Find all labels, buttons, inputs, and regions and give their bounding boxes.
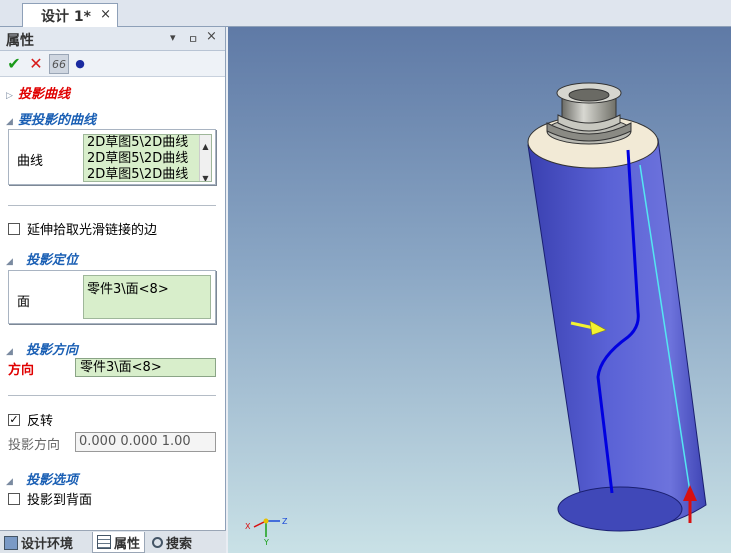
axis-y-label: Y bbox=[263, 538, 269, 547]
bottom-tabs: 设计环境 属性 搜索 bbox=[0, 530, 226, 553]
project-direction-label: 投影方向 bbox=[8, 438, 61, 453]
list-item[interactable]: 2D草图5\2D曲线 bbox=[87, 167, 211, 181]
axis-triad: Z X Y bbox=[245, 517, 288, 547]
panel-title: 属性 bbox=[6, 33, 34, 49]
ok-icon[interactable]: ✔ bbox=[4, 54, 24, 74]
panel-toolbar: ✔ ✕ 66 ● bbox=[0, 51, 225, 77]
list-item[interactable]: 2D草图5\2D曲线 bbox=[87, 135, 211, 151]
reverse-checkbox-label: 反转 bbox=[27, 414, 54, 429]
reverse-checkbox-row[interactable]: ✓ 反转 bbox=[8, 410, 53, 429]
extend-checkbox[interactable] bbox=[8, 222, 20, 235]
back-checkbox[interactable] bbox=[8, 492, 20, 505]
reverse-checkbox[interactable]: ✓ bbox=[8, 413, 20, 426]
top-fitting[interactable] bbox=[546, 82, 632, 145]
extend-checkbox-label: 延伸拾取光滑链接的边 bbox=[27, 223, 158, 238]
project-direction-field[interactable]: 0.000 0.000 1.00 bbox=[75, 432, 216, 452]
property-panel: 属性 ▾ ㅁ × ✔ ✕ 66 ● ▷ 投影曲线 ◢ 要投影的曲线 曲线 2D草图5… bbox=[0, 27, 226, 530]
pin-icon[interactable]: ㅁ bbox=[188, 31, 198, 47]
list-item[interactable]: 2D草图5\2D曲线 bbox=[87, 151, 211, 167]
axis-z-label: Z bbox=[282, 517, 288, 526]
back-checkbox-label: 投影到背面 bbox=[27, 493, 93, 508]
tab-label: 设计环境 bbox=[21, 537, 74, 552]
face-box: 面 零件3\面<8> bbox=[8, 270, 216, 324]
document-tab-label: 设计 1* bbox=[41, 8, 91, 25]
document-tabstrip: 设计 1* × bbox=[0, 0, 731, 27]
close-icon[interactable]: × bbox=[206, 29, 217, 44]
cylinder[interactable] bbox=[527, 115, 707, 532]
tab-design-env[interactable]: 设计环境 bbox=[4, 532, 73, 553]
section-curves-to-project[interactable]: ◢ 要投影的曲线 bbox=[6, 109, 96, 128]
panel-header: 属性 ▾ ㅁ × bbox=[0, 27, 225, 51]
dot-icon[interactable]: ● bbox=[70, 54, 90, 74]
properties-icon bbox=[97, 535, 111, 549]
back-checkbox-row[interactable]: 投影到背面 bbox=[8, 489, 92, 508]
expand-triangle-icon: ▷ bbox=[6, 91, 13, 101]
tab-label: 搜索 bbox=[166, 537, 193, 552]
3d-viewport[interactable]: Z X Y bbox=[228, 27, 731, 553]
preview-icon[interactable]: 66 bbox=[49, 54, 69, 74]
divider bbox=[8, 395, 216, 396]
face-field[interactable]: 零件3\面<8> bbox=[83, 275, 211, 319]
curve-listbox[interactable]: 2D草图5\2D曲线 2D草图5\2D曲线 2D草图5\2D曲线 ▲ ▼ bbox=[83, 134, 212, 182]
tab-label: 属性 bbox=[114, 536, 141, 552]
curve-label: 曲线 bbox=[17, 154, 44, 169]
scroll-up-icon[interactable]: ▲ bbox=[200, 139, 211, 155]
curve-box: 曲线 2D草图5\2D曲线 2D草图5\2D曲线 2D草图5\2D曲线 ▲ ▼ bbox=[8, 129, 216, 185]
direction-label: 方向 bbox=[8, 363, 35, 378]
tab-properties[interactable]: 属性 bbox=[92, 532, 146, 553]
cancel-icon[interactable]: ✕ bbox=[26, 54, 46, 74]
design-env-icon bbox=[4, 535, 18, 550]
collapse-triangle-icon: ◢ bbox=[6, 117, 13, 127]
section-projection-direction[interactable]: ◢ 投影方向 bbox=[6, 339, 78, 358]
tab-search[interactable]: 搜索 bbox=[152, 532, 192, 553]
section-projection-placement[interactable]: ◢ 投影定位 bbox=[6, 249, 78, 268]
scroll-down-icon[interactable]: ▼ bbox=[200, 171, 211, 181]
face-label: 面 bbox=[17, 295, 31, 310]
collapse-triangle-icon: ◢ bbox=[6, 347, 13, 357]
collapse-triangle-icon: ◢ bbox=[6, 257, 13, 267]
extend-checkbox-row[interactable]: 延伸拾取光滑链接的边 bbox=[8, 219, 157, 238]
section-projected-curve[interactable]: ▷ 投影曲线 bbox=[6, 83, 70, 102]
section-projection-options[interactable]: ◢ 投影选项 bbox=[6, 469, 78, 488]
direction-field[interactable]: 零件3\面<8> bbox=[75, 358, 216, 377]
collapse-triangle-icon: ◢ bbox=[6, 477, 13, 487]
search-icon bbox=[152, 537, 163, 548]
axis-x-label: X bbox=[245, 522, 251, 531]
divider bbox=[8, 205, 216, 206]
viewport-scene: Z X Y bbox=[245, 82, 707, 547]
close-icon[interactable]: × bbox=[100, 7, 111, 22]
document-tab[interactable]: 设计 1* × bbox=[22, 3, 118, 27]
listbox-scrollbar[interactable]: ▲ ▼ bbox=[199, 135, 211, 181]
dropdown-icon[interactable]: ▾ bbox=[170, 31, 176, 44]
